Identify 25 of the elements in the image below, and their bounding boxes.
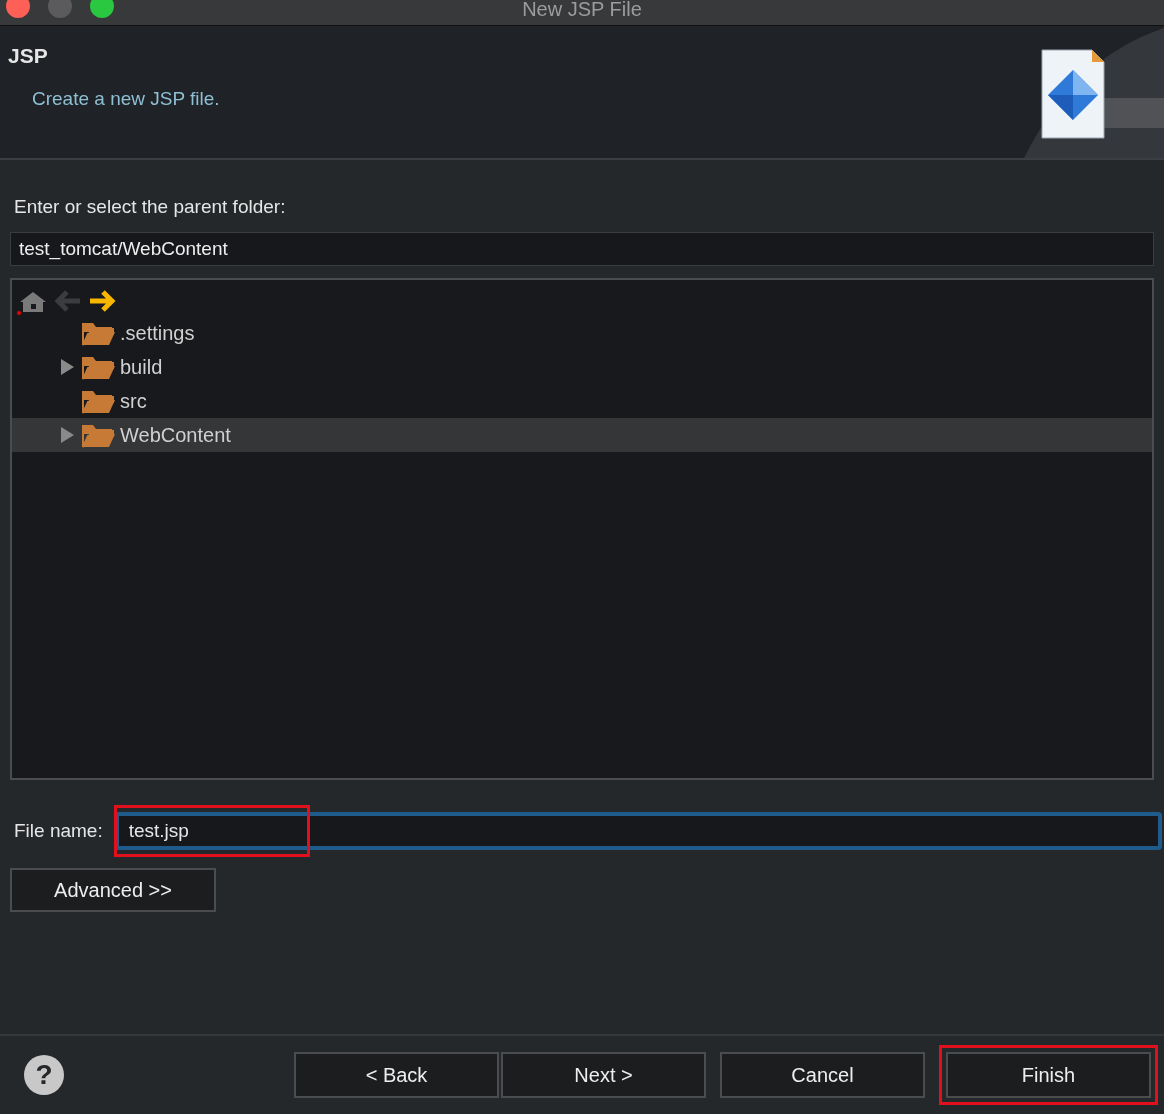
tree-item[interactable]: build [12,350,1152,384]
file-name-field[interactable]: test.jsp [114,812,1162,850]
expand-arrow-icon[interactable] [60,358,74,376]
window-title: New JSP File [522,0,642,18]
wizard-button[interactable]: Next > [501,1052,706,1098]
parent-folder-field[interactable]: test_tomcat/WebContent [10,232,1154,266]
wizard-button[interactable]: Cancel [720,1052,925,1098]
help-button[interactable]: ? [24,1055,64,1095]
tree-item[interactable]: WebContent [12,418,1152,452]
advanced-button[interactable]: Advanced >> [10,868,216,912]
folder-icon [82,422,116,448]
tree-item[interactable]: src [12,384,1152,418]
file-name-label: File name: [14,820,103,842]
tree-item[interactable]: .settings [12,316,1152,350]
wizard-button[interactable]: < Back [294,1052,499,1098]
parent-folder-label: Enter or select the parent folder: [14,196,287,218]
expand-arrow-icon[interactable] [60,426,74,444]
folder-icon [82,354,116,380]
close-icon[interactable] [6,0,30,18]
page-description: Create a new JSP file. [32,88,220,110]
wizard-button[interactable]: Finish [946,1052,1151,1098]
folder-icon [82,320,116,346]
page-title: JSP [8,44,49,68]
folder-icon [82,388,116,414]
zoom-icon[interactable] [90,0,114,18]
